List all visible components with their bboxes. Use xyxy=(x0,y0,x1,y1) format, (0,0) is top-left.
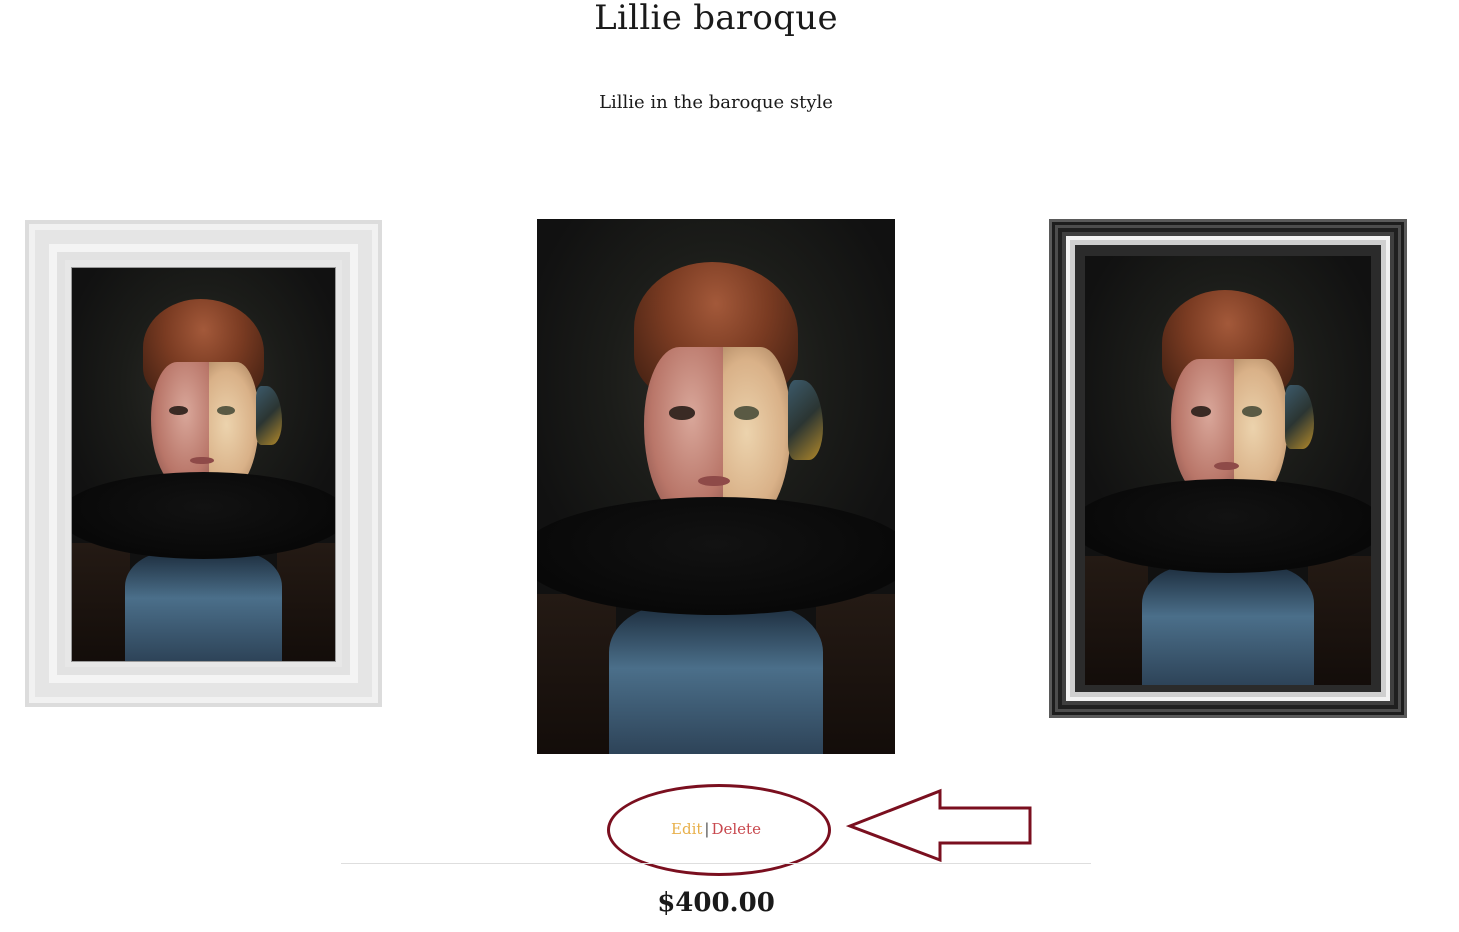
portrait-artwork xyxy=(1085,256,1371,685)
product-description: Lillie in the baroque style xyxy=(599,92,833,113)
product-title: Lillie baroque xyxy=(594,0,838,38)
black-frame-image[interactable] xyxy=(1049,219,1407,718)
divider xyxy=(341,863,1091,864)
portrait-artwork xyxy=(537,219,895,754)
annotation-arrow-icon xyxy=(846,788,1032,863)
portrait-artwork xyxy=(71,267,336,662)
product-price: $400.00 xyxy=(657,888,775,918)
unframed-image[interactable] xyxy=(537,219,895,754)
white-frame-image[interactable] xyxy=(25,220,382,707)
